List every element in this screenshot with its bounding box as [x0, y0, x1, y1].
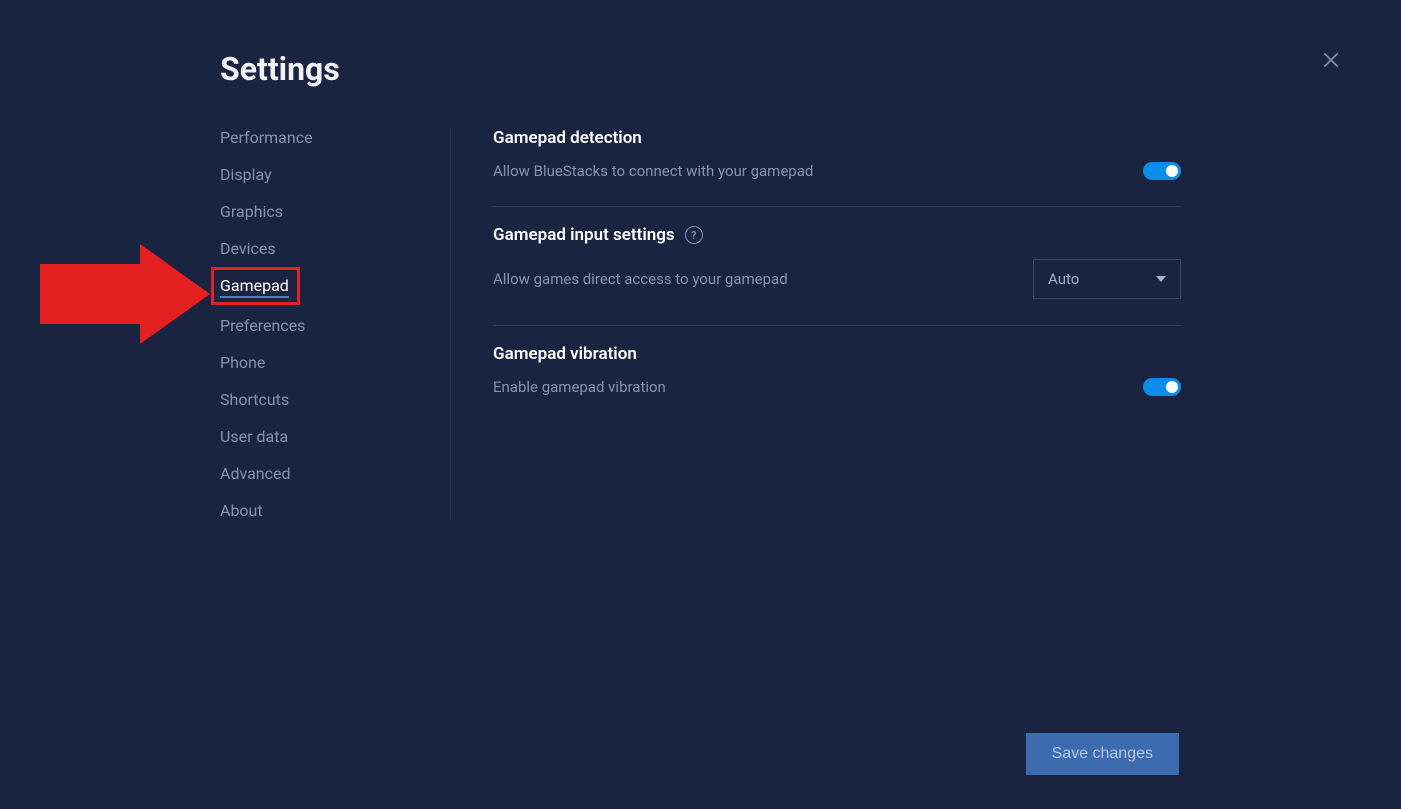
sidebar-item-userdata[interactable]: User data — [220, 427, 288, 446]
section-title-vibration-text: Gamepad vibration — [493, 344, 637, 364]
main-content: Gamepad detection Allow BlueStacks to co… — [450, 128, 1181, 520]
sidebar: Performance Display Graphics Devices Gam… — [220, 128, 450, 520]
section-gamepad-vibration: Gamepad vibration Enable gamepad vibrati… — [493, 344, 1181, 422]
sidebar-item-phone[interactable]: Phone — [220, 353, 265, 372]
section-title-vibration: Gamepad vibration — [493, 344, 1181, 364]
sidebar-item-highlight-box: Gamepad — [211, 267, 300, 305]
section-row-vibration: Enable gamepad vibration — [493, 378, 1181, 396]
sidebar-item-performance[interactable]: Performance — [220, 128, 313, 147]
dropdown-gamepad-input[interactable]: Auto — [1033, 259, 1181, 299]
section-desc-detection: Allow BlueStacks to connect with your ga… — [493, 162, 813, 180]
sidebar-item-about[interactable]: About — [220, 501, 263, 520]
arrow-annotation-icon — [40, 244, 210, 344]
sidebar-item-shortcuts[interactable]: Shortcuts — [220, 390, 289, 409]
save-button[interactable]: Save changes — [1026, 733, 1179, 775]
sidebar-item-advanced[interactable]: Advanced — [220, 464, 291, 483]
section-row-detection: Allow BlueStacks to connect with your ga… — [493, 162, 1181, 180]
section-row-input: Allow games direct access to your gamepa… — [493, 259, 1181, 299]
help-icon[interactable]: ? — [685, 226, 703, 244]
chevron-down-icon — [1156, 276, 1166, 282]
section-title-detection-text: Gamepad detection — [493, 128, 642, 148]
toggle-knob — [1166, 165, 1178, 177]
section-title-input-text: Gamepad input settings — [493, 225, 675, 245]
section-gamepad-detection: Gamepad detection Allow BlueStacks to co… — [493, 128, 1181, 207]
dropdown-value: Auto — [1048, 270, 1079, 288]
sidebar-item-devices[interactable]: Devices — [220, 239, 276, 258]
sidebar-item-display[interactable]: Display — [220, 165, 272, 184]
section-title-detection: Gamepad detection — [493, 128, 1181, 148]
toggle-gamepad-detection[interactable] — [1143, 162, 1181, 180]
sidebar-item-preferences[interactable]: Preferences — [220, 316, 305, 335]
toggle-gamepad-vibration[interactable] — [1143, 378, 1181, 396]
content-wrapper: Performance Display Graphics Devices Gam… — [220, 128, 1181, 520]
toggle-knob — [1166, 381, 1178, 393]
section-desc-input: Allow games direct access to your gamepa… — [493, 270, 788, 288]
page-title: Settings — [220, 50, 1181, 88]
sidebar-item-graphics[interactable]: Graphics — [220, 202, 283, 221]
section-title-input: Gamepad input settings ? — [493, 225, 1181, 245]
settings-panel: Settings Performance Display Graphics De… — [0, 0, 1401, 520]
sidebar-item-gamepad[interactable]: Gamepad — [220, 276, 289, 298]
section-desc-vibration: Enable gamepad vibration — [493, 378, 666, 396]
section-gamepad-input: Gamepad input settings ? Allow games dir… — [493, 225, 1181, 326]
